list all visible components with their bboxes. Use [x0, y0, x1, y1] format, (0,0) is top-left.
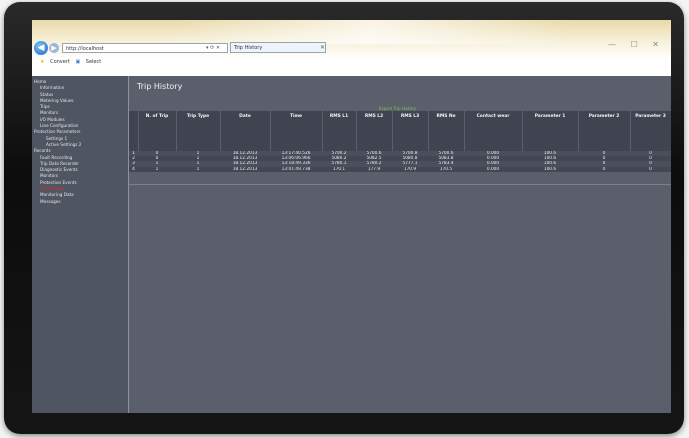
- table-header-cell: [129, 111, 139, 151]
- table-header-row: N. of Trip Trip Type Date Time RMS L1 RMS L2 R…: [129, 111, 671, 151]
- screen: ◀ ▶ http://localhost ▾ ⟳ ✕ Trip History …: [32, 20, 671, 413]
- nav-list: Home Information Status Metering Values Trip…: [32, 76, 128, 205]
- sidebar-item[interactable]: Messages: [32, 199, 128, 205]
- page-title: Trip History: [137, 82, 183, 91]
- table-cell: 100.6: [522, 166, 578, 172]
- table-cell: 1: [138, 166, 176, 172]
- table-cell: 1: [176, 166, 220, 172]
- trip-history-table: N. of Trip Trip Type Date Time RMS L1 RMS L2 R…: [129, 111, 671, 172]
- table-header-cell[interactable]: RMS L3: [392, 111, 429, 151]
- table-cell: 170.9: [392, 166, 428, 172]
- select-icon: ▣: [75, 59, 81, 65]
- table-cell: 177.9: [356, 166, 392, 172]
- table-header-cell[interactable]: RMS L1: [322, 111, 357, 151]
- window-controls[interactable]: — ☐ ✕: [608, 40, 665, 49]
- table-header-cell[interactable]: Date: [220, 111, 271, 151]
- table-header-cell[interactable]: RMS L2: [356, 111, 393, 151]
- chrome-glare: [172, 20, 671, 44]
- favorites-item[interactable]: Select: [86, 59, 101, 65]
- monitor-bezel: ◀ ▶ http://localhost ▾ ⟳ ✕ Trip History …: [4, 2, 684, 434]
- table-divider: [129, 184, 671, 185]
- close-tab-icon[interactable]: ✕: [320, 44, 325, 51]
- table-header-cell[interactable]: N. of Trip: [138, 111, 177, 151]
- table-body: 1 0 1 18.12.2013 13:17:40.526 5700.2 5700.6 570…: [129, 151, 671, 172]
- tab-trip-history[interactable]: Trip History: [230, 42, 326, 53]
- table-header-cell[interactable]: Parameter 1: [522, 111, 579, 151]
- address-bar[interactable]: http://localhost: [62, 43, 228, 53]
- table-header-cell[interactable]: Trip Type: [176, 111, 221, 151]
- table-cell: 170.1: [322, 166, 356, 172]
- table-header-cell[interactable]: RMS Ne: [428, 111, 465, 151]
- table-cell: 13:01:49.738: [270, 166, 322, 172]
- table-header-cell[interactable]: Contact wear: [464, 111, 523, 151]
- address-controls[interactable]: ▾ ⟳ ✕: [206, 43, 220, 53]
- main-panel: Trip History Export Trip History N. of T…: [129, 76, 671, 413]
- star-icon[interactable]: ★: [40, 59, 44, 65]
- table-cell: 0.000: [464, 166, 522, 172]
- sidebar-nav: Home Information Status Metering Values Trip…: [32, 76, 129, 413]
- table-cell: 170.5: [428, 166, 464, 172]
- web-app: Home Information Status Metering Values Trip…: [32, 76, 671, 413]
- table-header-cell[interactable]: Parameter 2: [578, 111, 631, 151]
- back-arrow-icon[interactable]: ◀: [34, 41, 48, 55]
- favorites-bar: ★ Convert ▣ Select: [32, 56, 671, 68]
- forward-arrow-icon[interactable]: ▶: [49, 43, 59, 53]
- table-cell: 0: [578, 166, 630, 172]
- favorites-item[interactable]: Convert: [50, 59, 70, 65]
- table-cell: 0: [630, 166, 671, 172]
- browser-chrome: ◀ ▶ http://localhost ▾ ⟳ ✕ Trip History …: [32, 20, 671, 76]
- table-header-cell[interactable]: Time: [270, 111, 323, 151]
- table-cell: 4: [129, 166, 138, 172]
- table-row[interactable]: 4 1 1 18.12.2013 13:01:49.738 170.1 177.9 170.9…: [129, 166, 671, 172]
- table-header-cell[interactable]: Parameter 3: [630, 111, 671, 151]
- table-cell: 18.12.2013: [220, 166, 270, 172]
